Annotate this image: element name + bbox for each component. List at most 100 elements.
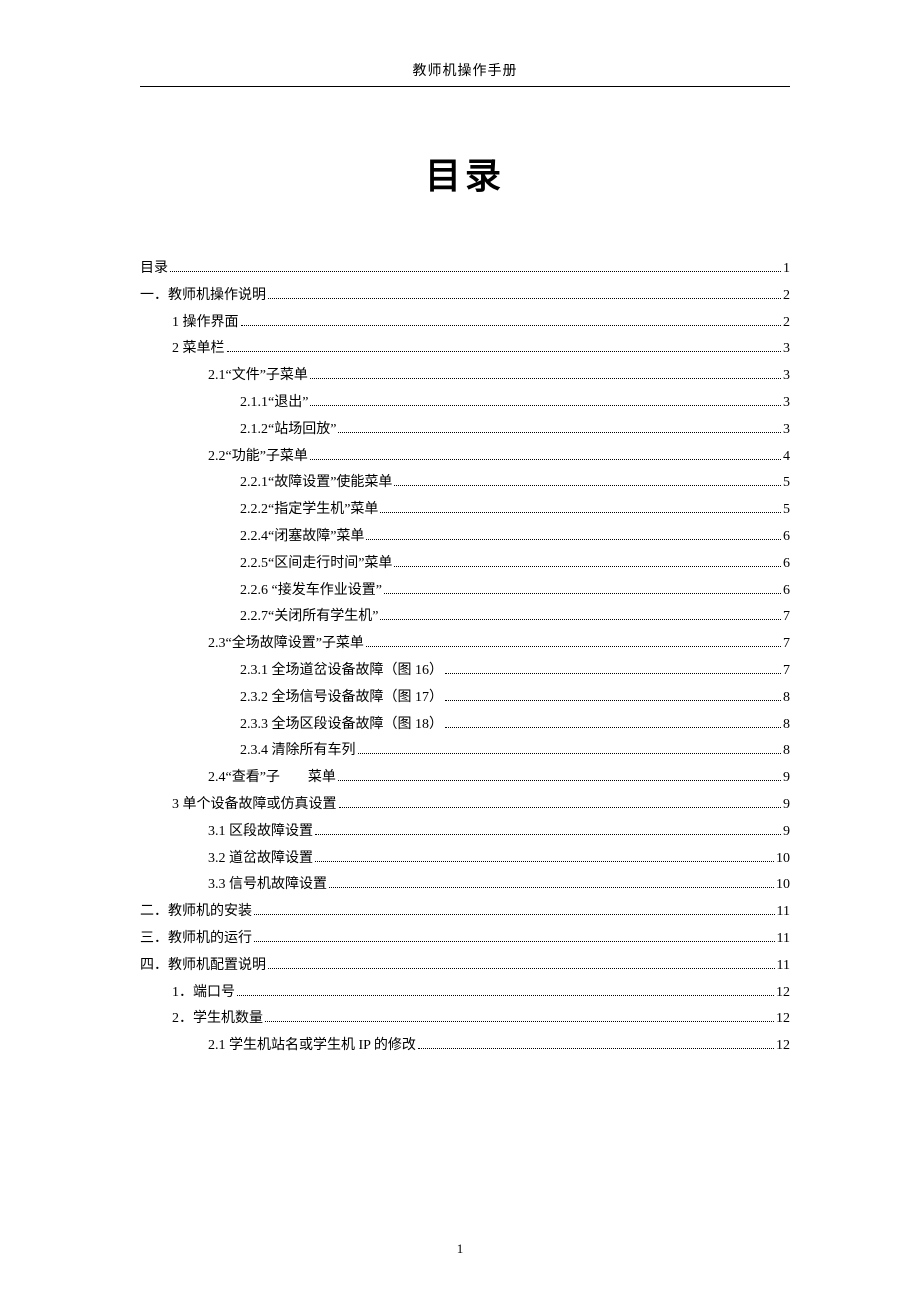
page-content: 教师机操作手册 目录 目录1一．教师机操作说明21 操作界面22 菜单栏32.1… xyxy=(0,0,920,1123)
toc-entry-page: 9 xyxy=(783,768,790,788)
toc-entry-page: 6 xyxy=(783,554,790,574)
toc-dot-leader xyxy=(384,593,781,594)
toc-entry-page: 2 xyxy=(783,313,790,333)
toc-entry: 2.2.5“区间走行时间”菜单6 xyxy=(140,554,790,574)
toc-entry-label: 1．端口号 xyxy=(172,983,235,1003)
toc-entry-label: 2.2.6 “接发车作业设置” xyxy=(240,581,382,601)
toc-entry: 2.2.6 “接发车作业设置” 6 xyxy=(140,581,790,601)
toc-entry: 1．端口号 12 xyxy=(140,983,790,1003)
toc-entry-label: 3.3 信号机故障设置 xyxy=(208,875,327,895)
toc-entry: 3.3 信号机故障设置 10 xyxy=(140,875,790,895)
toc-entry-page: 11 xyxy=(777,929,790,949)
toc-entry-page: 12 xyxy=(776,983,790,1003)
toc-dot-leader xyxy=(445,727,781,728)
toc-entry-page: 8 xyxy=(783,741,790,761)
toc-dot-leader xyxy=(380,619,781,620)
toc-entry-label: 2.1“文件”子菜单 xyxy=(208,366,308,386)
toc-entry: 2.3“全场故障设置”子菜单7 xyxy=(140,634,790,654)
toc-entry-label: 2.2.1“故障设置”使能菜单 xyxy=(240,473,392,493)
toc-dot-leader xyxy=(366,646,781,647)
toc-entry-page: 1 xyxy=(783,259,790,279)
toc-dot-leader xyxy=(366,539,781,540)
toc-dot-leader xyxy=(394,566,781,567)
toc-entry: 2.2.2“指定学生机”菜单 5 xyxy=(140,500,790,520)
toc-dot-leader xyxy=(315,861,774,862)
toc-entry-label: 2.2“功能”子菜单 xyxy=(208,447,308,467)
toc-entry-page: 2 xyxy=(783,286,790,306)
toc-dot-leader xyxy=(268,298,781,299)
toc-entry-label: 2.3.3 全场区段设备故障（图 18） xyxy=(240,715,443,735)
toc-entry-label: 2.2.2“指定学生机”菜单 xyxy=(240,500,378,520)
toc-entry-label: 3.2 道岔故障设置 xyxy=(208,849,313,869)
toc-entry: 2.1.2“站场回放”3 xyxy=(140,420,790,440)
toc-entry: 2 菜单栏 3 xyxy=(140,339,790,359)
toc-entry-page: 10 xyxy=(776,849,790,869)
toc-entry-label: 2.1 学生机站名或学生机 IP 的修改 xyxy=(208,1036,416,1056)
toc-entry-page: 10 xyxy=(776,875,790,895)
toc-entry-label: 2.4“查看”子 菜单 xyxy=(208,768,336,788)
toc-entry: 2.1.1“退出”3 xyxy=(140,393,790,413)
toc-entry-label: 2.2.7“关闭所有学生机” xyxy=(240,607,378,627)
toc-dot-leader xyxy=(254,941,775,942)
toc-dot-leader xyxy=(315,834,781,835)
toc-entry-label: 一．教师机操作说明 xyxy=(140,286,266,306)
toc-entry: 3.1 区段故障设置 9 xyxy=(140,822,790,842)
toc-dot-leader xyxy=(418,1048,774,1049)
toc-entry-page: 11 xyxy=(777,956,790,976)
toc-entry: 2.4“查看”子 菜单 9 xyxy=(140,768,790,788)
toc-entry: 2.3.4 清除所有车列 8 xyxy=(140,741,790,761)
page-number-footer: 1 xyxy=(0,1241,920,1257)
toc-entry-page: 12 xyxy=(776,1036,790,1056)
toc-dot-leader xyxy=(339,807,782,808)
toc-entry-page: 8 xyxy=(783,688,790,708)
toc-entry: 2.2.7“关闭所有学生机” 7 xyxy=(140,607,790,627)
toc-dot-leader xyxy=(268,968,775,969)
toc-dot-leader xyxy=(237,995,774,996)
toc-entry: 2.2.4“闭塞故障”菜单 6 xyxy=(140,527,790,547)
toc-entry-page: 5 xyxy=(783,473,790,493)
toc-entry-page: 8 xyxy=(783,715,790,735)
toc-entry-label: 2.3“全场故障设置”子菜单 xyxy=(208,634,364,654)
toc-dot-leader xyxy=(338,432,781,433)
toc-entry: 2.3.2 全场信号设备故障（图 17）8 xyxy=(140,688,790,708)
toc-entry-page: 6 xyxy=(783,581,790,601)
toc-entry-label: 1 操作界面 xyxy=(172,313,239,333)
toc-entry: 3 单个设备故障或仿真设置 9 xyxy=(140,795,790,815)
toc-entry: 目录 1 xyxy=(140,259,790,279)
toc-dot-leader xyxy=(445,700,781,701)
toc-entry-label: 2．学生机数量 xyxy=(172,1009,263,1029)
table-of-contents: 目录1一．教师机操作说明21 操作界面22 菜单栏32.1“文件”子菜单32.1… xyxy=(140,259,790,1056)
toc-entry-label: 2.2.4“闭塞故障”菜单 xyxy=(240,527,364,547)
toc-dot-leader xyxy=(358,753,782,754)
toc-entry-page: 9 xyxy=(783,795,790,815)
toc-entry-label: 四．教师机配置说明 xyxy=(140,956,266,976)
toc-entry: 2.3.3 全场区段设备故障（图 18） 8 xyxy=(140,715,790,735)
toc-entry-label: 目录 xyxy=(140,259,168,279)
toc-entry-page: 6 xyxy=(783,527,790,547)
toc-entry-label: 3 单个设备故障或仿真设置 xyxy=(172,795,337,815)
toc-dot-leader xyxy=(241,325,782,326)
toc-dot-leader xyxy=(170,271,781,272)
toc-title: 目录 xyxy=(140,147,790,199)
toc-dot-leader xyxy=(310,459,781,460)
toc-entry-page: 12 xyxy=(776,1009,790,1029)
toc-entry-label: 3.1 区段故障设置 xyxy=(208,822,313,842)
toc-entry-page: 3 xyxy=(783,339,790,359)
toc-entry-page: 9 xyxy=(783,822,790,842)
toc-entry: 2.1“文件”子菜单3 xyxy=(140,366,790,386)
toc-entry-page: 5 xyxy=(783,500,790,520)
toc-dot-leader xyxy=(227,351,782,352)
toc-entry-page: 7 xyxy=(783,607,790,627)
toc-dot-leader xyxy=(394,485,781,486)
toc-dot-leader xyxy=(310,405,781,406)
toc-dot-leader xyxy=(338,780,781,781)
toc-entry: 3.2 道岔故障设置 10 xyxy=(140,849,790,869)
toc-entry-label: 2.3.1 全场道岔设备故障（图 16） xyxy=(240,661,443,681)
toc-entry-label: 2 菜单栏 xyxy=(172,339,225,359)
toc-entry: 2．学生机数量 12 xyxy=(140,1009,790,1029)
toc-entry-page: 3 xyxy=(783,420,790,440)
toc-entry-label: 三．教师机的运行 xyxy=(140,929,252,949)
toc-entry: 三．教师机的运行 11 xyxy=(140,929,790,949)
toc-entry-label: 2.3.4 清除所有车列 xyxy=(240,741,356,761)
toc-entry-page: 4 xyxy=(783,447,790,467)
